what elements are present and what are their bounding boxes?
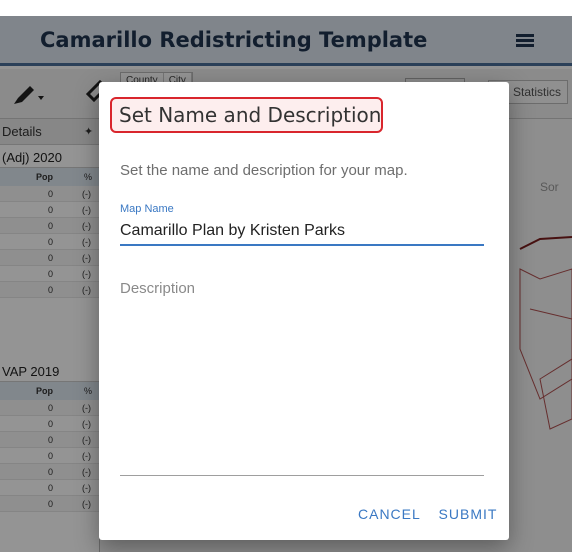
dialog-subtitle: Set the name and description for your ma… xyxy=(120,162,408,179)
set-name-dialog: Set Name and Description Set the name an… xyxy=(99,82,509,540)
dialog-title: Set Name and Description xyxy=(119,103,382,127)
map-name-input[interactable] xyxy=(120,218,484,246)
description-input[interactable] xyxy=(120,280,484,476)
submit-button[interactable]: SUBMIT xyxy=(438,502,498,526)
map-name-label: Map Name xyxy=(120,203,174,215)
cancel-button[interactable]: CANCEL xyxy=(358,502,420,526)
